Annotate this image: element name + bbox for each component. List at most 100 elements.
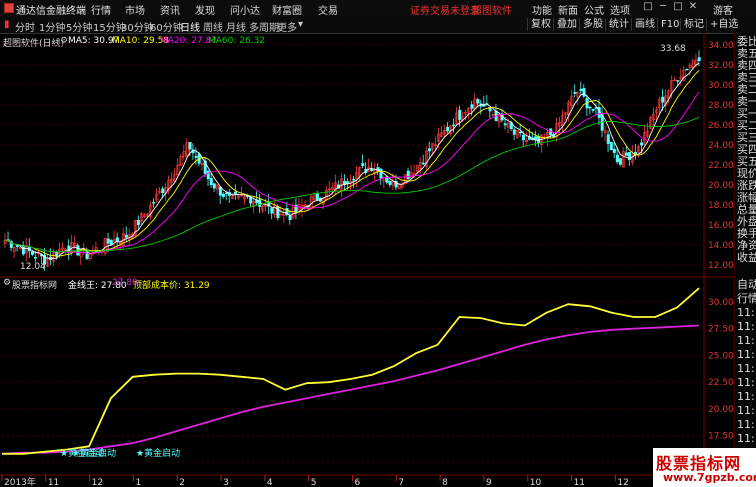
- period-60min[interactable]: 60分钟: [150, 19, 183, 34]
- top-cost-series: [2, 287, 700, 455]
- tick-time-label: 11:19: [737, 404, 756, 417]
- price-tick-label: 30.00: [708, 81, 734, 91]
- candle-body: [224, 192, 228, 195]
- candle-body: [352, 179, 356, 181]
- candle-body: [55, 251, 59, 257]
- golden-start-marker: ★黄金启动: [72, 449, 117, 459]
- more-dropdown-icon[interactable]: ▾: [298, 19, 303, 30]
- price-tick-label: 22.00: [708, 161, 734, 171]
- period-5min[interactable]: 5分钟: [66, 19, 92, 34]
- candle-body: [685, 68, 689, 71]
- candle-body: [315, 193, 319, 201]
- golden-start-marker: ★黄金启动: [136, 449, 181, 459]
- candle-body: [606, 134, 610, 144]
- candle-body: [109, 239, 113, 245]
- candle-body: [427, 148, 431, 152]
- candle-body: [503, 123, 507, 126]
- candle-body: [518, 131, 522, 134]
- menu-wealth[interactable]: 财富圈: [272, 2, 302, 17]
- minimize-icon[interactable]: ─: [656, 1, 670, 14]
- tool-overlay[interactable]: 叠加: [553, 18, 580, 31]
- menu-trade[interactable]: 交易: [318, 2, 338, 17]
- candle-body: [573, 92, 577, 94]
- tick-time-label: 11:18: [737, 362, 756, 375]
- menu-options[interactable]: 选项: [610, 2, 630, 17]
- candle-body: [615, 154, 619, 163]
- candle-body: [212, 183, 216, 189]
- tick-time-label: 11:18: [737, 320, 756, 333]
- candle-body: [194, 155, 198, 158]
- tool-f10[interactable]: F10: [657, 18, 682, 31]
- menu-news[interactable]: 资讯: [160, 2, 180, 17]
- menu-new-layout[interactable]: 新面: [558, 2, 578, 17]
- menu-functions[interactable]: 功能: [532, 2, 552, 17]
- candle-body: [476, 99, 480, 104]
- tool-drawing[interactable]: 画线: [631, 18, 658, 31]
- tool-mark[interactable]: 标记: [680, 18, 707, 31]
- tick-time-label: 11:19: [737, 376, 756, 389]
- menu-market[interactable]: 行情: [91, 2, 111, 17]
- menu-discover[interactable]: 发现: [195, 2, 215, 17]
- candle-body: [34, 257, 38, 259]
- candle-body: [512, 129, 516, 135]
- date-tick-label: 2: [179, 478, 185, 487]
- period-weekly[interactable]: 周线: [203, 19, 223, 34]
- date-tick-label: 5: [311, 478, 317, 487]
- price-tick-label: 20.00: [708, 181, 734, 191]
- period-intraday[interactable]: 分时: [15, 19, 35, 34]
- candle-body: [124, 234, 128, 238]
- ma5-line: [4, 62, 700, 259]
- indicator-settings-icon[interactable]: ⚙: [3, 278, 11, 288]
- date-tick-label: 7: [398, 478, 404, 487]
- date-tick-label: 11: [48, 478, 59, 487]
- menu-formula[interactable]: 公式: [584, 2, 604, 17]
- period-multi[interactable]: 多周期: [249, 19, 279, 34]
- price-tick-label: 26.00: [708, 121, 734, 131]
- top-cost-label: 顶部成本价: 31.29: [133, 281, 210, 291]
- candle-body: [458, 109, 462, 120]
- close-icon[interactable]: ✕: [686, 1, 700, 14]
- candle-body: [270, 207, 274, 214]
- candle-body: [288, 215, 292, 221]
- stock-chart[interactable]: 34.00 32.00 30.00 28.00 26.00 24.00 22.00 20.00…: [0, 33, 734, 487]
- period-more[interactable]: 更多: [277, 19, 297, 34]
- candle-body: [588, 106, 592, 109]
- price-tick-label: 34.00: [708, 41, 734, 51]
- period-daily[interactable]: 日线: [180, 19, 200, 34]
- date-tick-label: 10: [530, 478, 542, 487]
- candle-body: [591, 108, 595, 111]
- candle-body: [361, 163, 365, 166]
- watermark-url: www.7gpzb.com: [663, 471, 756, 484]
- menu-ask[interactable]: 问小达: [230, 2, 260, 17]
- login-warning[interactable]: 证券交易未登录: [410, 2, 480, 17]
- date-tick-label: 4: [267, 478, 273, 487]
- candle-body: [452, 124, 456, 127]
- tick-time-label: 11:18: [737, 348, 756, 361]
- candle-body: [521, 135, 525, 141]
- candle-body: [370, 168, 374, 172]
- restore-icon[interactable]: □: [641, 1, 655, 14]
- panel-mode-label[interactable]: 自动: [737, 278, 756, 292]
- price-tick-label: 24.00: [708, 141, 734, 151]
- ma10-line: [4, 70, 700, 257]
- tool-statistics[interactable]: 统计: [605, 18, 632, 31]
- indicator-tick-label: 20.00: [708, 405, 734, 415]
- tool-adjust[interactable]: 复权: [527, 18, 554, 31]
- maximize-icon[interactable]: □: [671, 1, 685, 14]
- app-logo-icon: [4, 3, 14, 13]
- tick-time-label: 11:19: [737, 418, 756, 431]
- date-tick-label: 12: [92, 478, 103, 487]
- date-tick-label: 2013年: [4, 476, 36, 487]
- tool-add-favorite[interactable]: +自选: [706, 18, 741, 31]
- period-30min[interactable]: 30分钟: [121, 19, 154, 34]
- candle-body: [421, 162, 425, 165]
- price-tick-label: 12.00: [708, 261, 734, 271]
- period-1min[interactable]: 1分钟: [39, 19, 65, 34]
- panel-mode-label[interactable]: 行情: [737, 292, 756, 306]
- tool-multi-stock[interactable]: 多股: [579, 18, 606, 31]
- period-monthly[interactable]: 月线: [226, 19, 246, 34]
- guest-label[interactable]: 游客: [713, 2, 733, 17]
- date-tick-label: 9: [486, 478, 492, 487]
- toolbar-pin-icon[interactable]: ▮: [4, 19, 10, 30]
- menu-marketplace[interactable]: 市场: [125, 2, 145, 17]
